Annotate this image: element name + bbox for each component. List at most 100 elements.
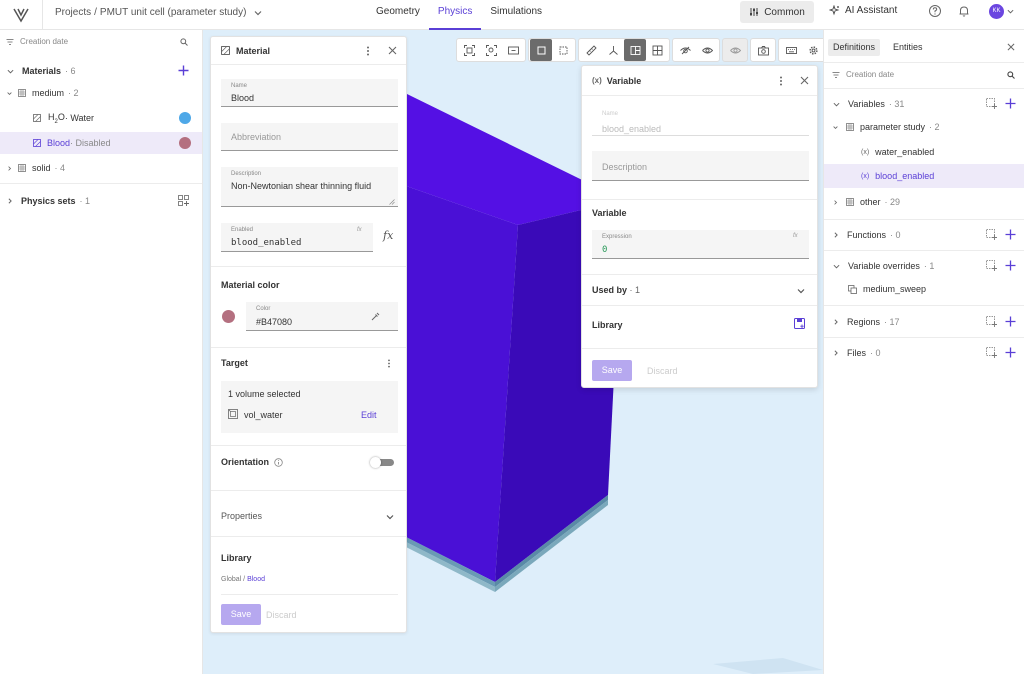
chevron-down-icon[interactable]	[7, 68, 14, 75]
add-icon[interactable]	[1005, 98, 1016, 109]
eyedropper-icon[interactable]	[371, 312, 380, 321]
tree-item-medium-sweep[interactable]: medium_sweep	[824, 277, 1024, 301]
chevron-right-icon[interactable]	[7, 165, 12, 171]
used-by-accordion[interactable]: Used by · 1	[582, 275, 819, 305]
eye-slash-icon[interactable]	[674, 39, 696, 61]
description-field[interactable]: Description Non-Newtonian shear thinning…	[221, 167, 398, 207]
library-item-link[interactable]: Blood	[247, 576, 265, 583]
fx-icon[interactable]: fx	[383, 229, 393, 242]
bell-icon[interactable]	[957, 4, 971, 18]
info-icon[interactable]	[274, 458, 283, 467]
chevron-right-icon[interactable]	[833, 319, 839, 325]
add-group-icon[interactable]	[986, 347, 997, 358]
add-group-icon[interactable]	[986, 260, 997, 271]
screen-icon[interactable]	[502, 39, 524, 61]
close-icon[interactable]	[1007, 43, 1015, 51]
tree-item-water[interactable]: H2O · Water	[0, 107, 202, 129]
abbreviation-field[interactable]: Abbreviation	[221, 123, 398, 151]
chevron-right-icon[interactable]	[7, 198, 13, 204]
select-box-icon[interactable]	[530, 39, 552, 61]
tree-item-blood[interactable]: Blood · Disabled	[0, 132, 202, 154]
variable-save-button[interactable]: Save	[592, 360, 632, 381]
search-icon[interactable]	[1007, 71, 1015, 79]
add-group-icon[interactable]	[986, 229, 997, 240]
tree-item-other[interactable]: other · 29	[824, 190, 1024, 214]
physics-sets-group[interactable]: Physics sets · 1	[0, 190, 202, 212]
eye-icon[interactable]	[696, 39, 718, 61]
common-button[interactable]: Common	[740, 1, 814, 23]
tab-entities[interactable]: Entities	[888, 39, 928, 56]
resize-handle-icon[interactable]	[389, 199, 395, 205]
variable-discard-button[interactable]: Discard	[647, 366, 678, 376]
tree-item-medium[interactable]: medium · 2	[0, 82, 202, 104]
orientation-toggle[interactable]	[370, 457, 395, 468]
add-material-icon[interactable]	[178, 65, 189, 76]
user-avatar[interactable]: KK	[989, 4, 1004, 19]
variable-description-field[interactable]: Description	[592, 151, 809, 181]
fit-view-icon[interactable]	[458, 39, 480, 61]
chevron-right-icon[interactable]	[833, 232, 839, 238]
axes-icon[interactable]	[602, 39, 624, 61]
add-icon[interactable]	[1005, 347, 1016, 358]
sort-control[interactable]: Creation date	[832, 70, 894, 79]
help-icon[interactable]	[928, 4, 942, 18]
chevron-down-icon[interactable]	[833, 101, 840, 108]
chevron-right-icon[interactable]	[833, 350, 839, 356]
chevron-down-icon[interactable]	[833, 263, 840, 270]
add-group-icon[interactable]	[986, 98, 997, 109]
material-color-swatch[interactable]	[222, 310, 235, 323]
chevron-down-icon[interactable]	[7, 91, 12, 96]
sort-control[interactable]: Creation date	[6, 37, 68, 46]
tree-item-blood-enabled[interactable]: (x) blood_enabled	[824, 164, 1024, 188]
breadcrumb-projects-link[interactable]: Projects	[55, 7, 91, 18]
tree-item-water-enabled[interactable]: (x) water_enabled	[824, 140, 1024, 164]
properties-accordion[interactable]: Properties	[211, 491, 408, 536]
keyboard-icon[interactable]	[780, 39, 802, 61]
edit-target-link[interactable]: Edit	[361, 410, 377, 420]
more-vertical-icon[interactable]	[779, 76, 783, 86]
section-view-icon[interactable]	[624, 39, 646, 61]
app-logo-icon[interactable]	[12, 6, 30, 24]
isolate-eye-icon[interactable]	[724, 39, 746, 61]
select-dashed-icon[interactable]	[552, 39, 574, 61]
add-group-icon[interactable]	[986, 316, 997, 327]
zoom-fit-icon[interactable]	[480, 39, 502, 61]
add-physics-set-icon[interactable]	[178, 195, 189, 206]
variable-icon: (x)	[861, 148, 870, 156]
chevron-right-icon[interactable]	[833, 199, 838, 205]
tab-geometry[interactable]: Geometry	[367, 0, 429, 30]
breadcrumb-project-name[interactable]: PMUT unit cell (parameter study)	[100, 7, 247, 18]
save-to-library-icon[interactable]	[794, 318, 805, 329]
ai-assistant-button[interactable]: AI Assistant	[829, 5, 897, 16]
grid-view-icon[interactable]	[646, 39, 668, 61]
chevron-down-icon[interactable]	[254, 9, 262, 17]
chevron-down-icon[interactable]	[833, 125, 838, 130]
chevron-down-icon[interactable]	[1007, 8, 1014, 15]
tree-item-solid[interactable]: solid · 4	[0, 157, 202, 179]
close-icon[interactable]	[388, 46, 397, 55]
library-root-link[interactable]: Global	[221, 576, 241, 583]
chevron-down-icon[interactable]	[386, 513, 394, 521]
color-field[interactable]: Color #B47080	[246, 302, 398, 331]
expression-field[interactable]: Expression 0 fx	[592, 230, 809, 259]
gear-icon[interactable]	[802, 39, 824, 61]
tree-item-parameter-study[interactable]: parameter study · 2	[824, 115, 1024, 139]
tab-physics[interactable]: Physics	[428, 0, 482, 30]
add-icon[interactable]	[1005, 229, 1016, 240]
material-discard-button[interactable]: Discard	[266, 610, 297, 620]
chevron-down-icon[interactable]	[797, 287, 805, 295]
material-save-button[interactable]: Save	[221, 604, 261, 625]
ruler-icon[interactable]	[580, 39, 602, 61]
search-icon[interactable]	[180, 38, 188, 46]
close-icon[interactable]	[800, 76, 809, 85]
add-icon[interactable]	[1005, 316, 1016, 327]
tab-definitions[interactable]: Definitions	[828, 39, 881, 56]
materials-group[interactable]: Materials · 6	[0, 60, 202, 82]
camera-icon[interactable]	[752, 39, 774, 61]
add-icon[interactable]	[1005, 260, 1016, 271]
more-vertical-icon[interactable]	[366, 46, 370, 56]
tab-simulations[interactable]: Simulations	[481, 0, 551, 30]
enabled-field[interactable]: Enabled blood_enabled fx	[221, 223, 373, 252]
more-vertical-icon[interactable]	[387, 359, 391, 368]
name-field[interactable]: Name Blood	[221, 79, 398, 107]
